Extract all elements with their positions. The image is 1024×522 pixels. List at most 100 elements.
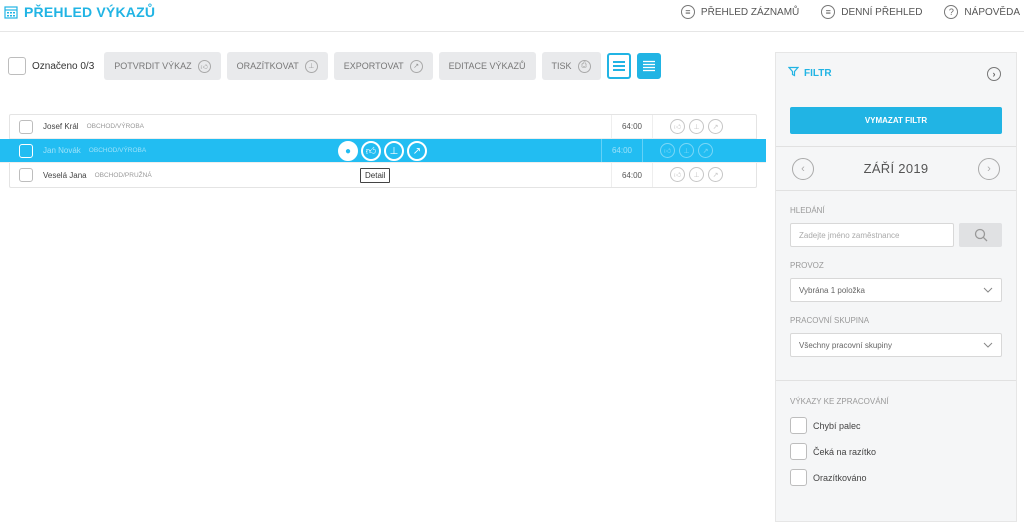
hours: 64:00 [611, 115, 653, 138]
employee-dept: OBCHOD/VÝROBA [86, 123, 145, 130]
button-label: EDITACE VÝKAZŮ [448, 61, 526, 71]
nav-label: DENNÍ PŘEHLED [841, 6, 923, 18]
filter-title: FILTR [804, 67, 832, 79]
provoz-value: Vybrána 1 položka [799, 285, 865, 295]
row-actions: 👍︎ ⊥ ↗ [670, 167, 723, 182]
processing-label: VÝKAZY KE ZPRACOVÁNÍ [790, 397, 889, 406]
chevron-down-icon [983, 342, 993, 348]
search-icon [974, 228, 987, 242]
employee-name: Veselá Jana [43, 170, 87, 180]
month-label: ZÁŘÍ 2019 [863, 161, 929, 176]
compact-view-icon [642, 60, 655, 72]
provoz-label: PROVOZ [790, 261, 824, 270]
export-icon[interactable]: ↗ [708, 167, 723, 182]
search-label: HLEDÁNÍ [790, 206, 825, 215]
group-label: PRACOVNÍ SKUPINA [790, 316, 870, 325]
employee-dept: OBCHOD/VÝROBA [88, 147, 147, 154]
chevron-right-icon[interactable]: › [987, 67, 1001, 81]
nav-napoveda[interactable]: ? NÁPOVĚDA [944, 5, 1020, 19]
employee-name: Jan Novák [43, 146, 81, 155]
checkbox[interactable] [790, 417, 807, 434]
nav-label: NÁPOVĚDA [964, 6, 1020, 18]
detail-tooltip: Detail [360, 168, 391, 183]
stamp-icon[interactable]: ⊥ [384, 141, 404, 161]
option-label: Chybí palec [813, 420, 861, 431]
export-icon: ↗ [409, 59, 423, 73]
group-value: Všechny pracovní skupiny [799, 340, 892, 350]
month-selector: ‹ ZÁŘÍ 2019 › [776, 146, 1016, 191]
export-icon[interactable]: ↗ [407, 141, 427, 161]
employee-dept: OBCHOD/PRUŽNÁ [94, 171, 152, 179]
table-row-selected[interactable]: Jan Novák OBCHOD/VÝROBA 64:00 ● 👍︎ ⊥ ↗ 👍… [0, 139, 766, 163]
option-label: Čeká na razítko [813, 446, 877, 457]
toolbar: Označeno 0/3 POTVRDIT VÝKAZ 👍︎ ORAZÍTKOV… [8, 52, 661, 80]
chevron-down-icon [983, 287, 993, 293]
list-icon: ≡ [821, 5, 836, 19]
stamp-button[interactable]: ORAZÍTKOVAT ⊥ [226, 52, 328, 80]
nav-denni-prehled[interactable]: ≡ DENNÍ PŘEHLED [821, 5, 922, 19]
button-label: POTVRDIT VÝKAZ [114, 61, 192, 71]
list-view-button[interactable] [606, 53, 631, 79]
edit-reports-button[interactable]: EDITACE VÝKAZŮ [438, 52, 536, 80]
hover-actions: ● 👍︎ ⊥ ↗ [338, 141, 427, 161]
row-checkbox[interactable] [19, 119, 33, 134]
thumbs-up-icon[interactable]: 👍︎ [670, 167, 685, 182]
thumbs-up-icon[interactable]: 👍︎ [660, 143, 675, 158]
thumbs-up-icon[interactable]: 👍︎ [361, 141, 381, 161]
filter-header[interactable]: FILTR › [776, 53, 1016, 93]
hours: 64:00 [611, 163, 653, 187]
row-checkbox[interactable] [19, 168, 33, 182]
stamp-icon[interactable]: ⊥ [689, 119, 704, 134]
chevron-right-icon[interactable]: › [978, 158, 1000, 180]
filter-sidebar: FILTR › VYMAZAT FILTR ‹ ZÁŘÍ 2019 › HLED… [775, 52, 1017, 522]
select-all[interactable]: Označeno 0/3 [8, 57, 94, 75]
option-missing-thumb[interactable]: Chybí palec [790, 417, 861, 434]
thumbs-up-icon[interactable]: 👍︎ [670, 119, 685, 134]
button-label: TISK [551, 61, 572, 71]
option-label: Orazítkováno [813, 472, 867, 483]
calendar-icon [4, 5, 18, 19]
button-label: ORAZÍTKOVAT [236, 61, 299, 71]
divider [776, 380, 1016, 381]
list-icon: ≡ [680, 5, 695, 19]
option-stamped[interactable]: Orazítkováno [790, 469, 867, 486]
row-actions: 👍︎ ⊥ ↗ [670, 119, 723, 134]
provoz-select[interactable]: Vybrána 1 položka [790, 278, 1002, 302]
confirm-report-button[interactable]: POTVRDIT VÝKAZ 👍︎ [104, 52, 221, 80]
hours: 64:00 [601, 139, 643, 162]
select-all-checkbox[interactable] [8, 57, 26, 75]
marked-count: Označeno 0/3 [32, 60, 95, 72]
employee-search-input[interactable]: Zadejte jméno zaměstnance [790, 223, 954, 247]
employee-name: Josef Král [43, 122, 79, 131]
checkbox[interactable] [790, 469, 807, 486]
clear-filter-button[interactable]: VYMAZAT FILTR [790, 107, 1002, 134]
top-bar: PŘEHLED VÝKAZŮ ≡ PŘEHLED ZÁZNAMŮ ≡ DENNÍ… [0, 0, 1024, 32]
button-label: EXPORTOVAT [343, 61, 404, 71]
nav-prehled-zaznamu[interactable]: ≡ PŘEHLED ZÁZNAMŮ [680, 5, 800, 19]
help-icon: ? [944, 5, 959, 19]
page-title: PŘEHLED VÝKAZŮ [24, 4, 156, 20]
export-icon[interactable]: ↗ [708, 119, 723, 134]
export-button[interactable]: EXPORTOVAT ↗ [333, 52, 433, 80]
table-row[interactable]: Josef Král OBCHOD/VÝROBA 64:00 👍︎ ⊥ ↗ [10, 115, 756, 139]
row-checkbox[interactable] [19, 143, 33, 158]
chevron-left-icon[interactable]: ‹ [792, 158, 814, 180]
compact-view-button[interactable] [636, 53, 661, 79]
stamp-icon[interactable]: ⊥ [689, 167, 704, 182]
checkbox[interactable] [790, 443, 807, 460]
print-button[interactable]: TISK ⎙ [541, 52, 601, 80]
app-title: PŘEHLED VÝKAZŮ [4, 4, 155, 20]
stamp-icon: ⊥ [304, 59, 318, 73]
option-awaiting-stamp[interactable]: Čeká na razítko [790, 443, 876, 460]
row-actions: 👍︎ ⊥ ↗ [660, 143, 713, 158]
export-icon[interactable]: ↗ [698, 143, 713, 158]
search-button[interactable] [959, 223, 1002, 247]
nav-label: PŘEHLED ZÁZNAMŮ [700, 6, 800, 18]
stamp-icon[interactable]: ⊥ [679, 143, 694, 158]
group-select[interactable]: Všechny pracovní skupiny [790, 333, 1002, 357]
thumbs-up-icon: 👍︎ [197, 59, 211, 73]
top-nav: ≡ PŘEHLED ZÁZNAMŮ ≡ DENNÍ PŘEHLED ? NÁPO… [680, 5, 1020, 19]
eye-icon[interactable]: ● [338, 141, 358, 161]
list-view-icon [612, 61, 625, 71]
filter-icon [787, 66, 800, 80]
